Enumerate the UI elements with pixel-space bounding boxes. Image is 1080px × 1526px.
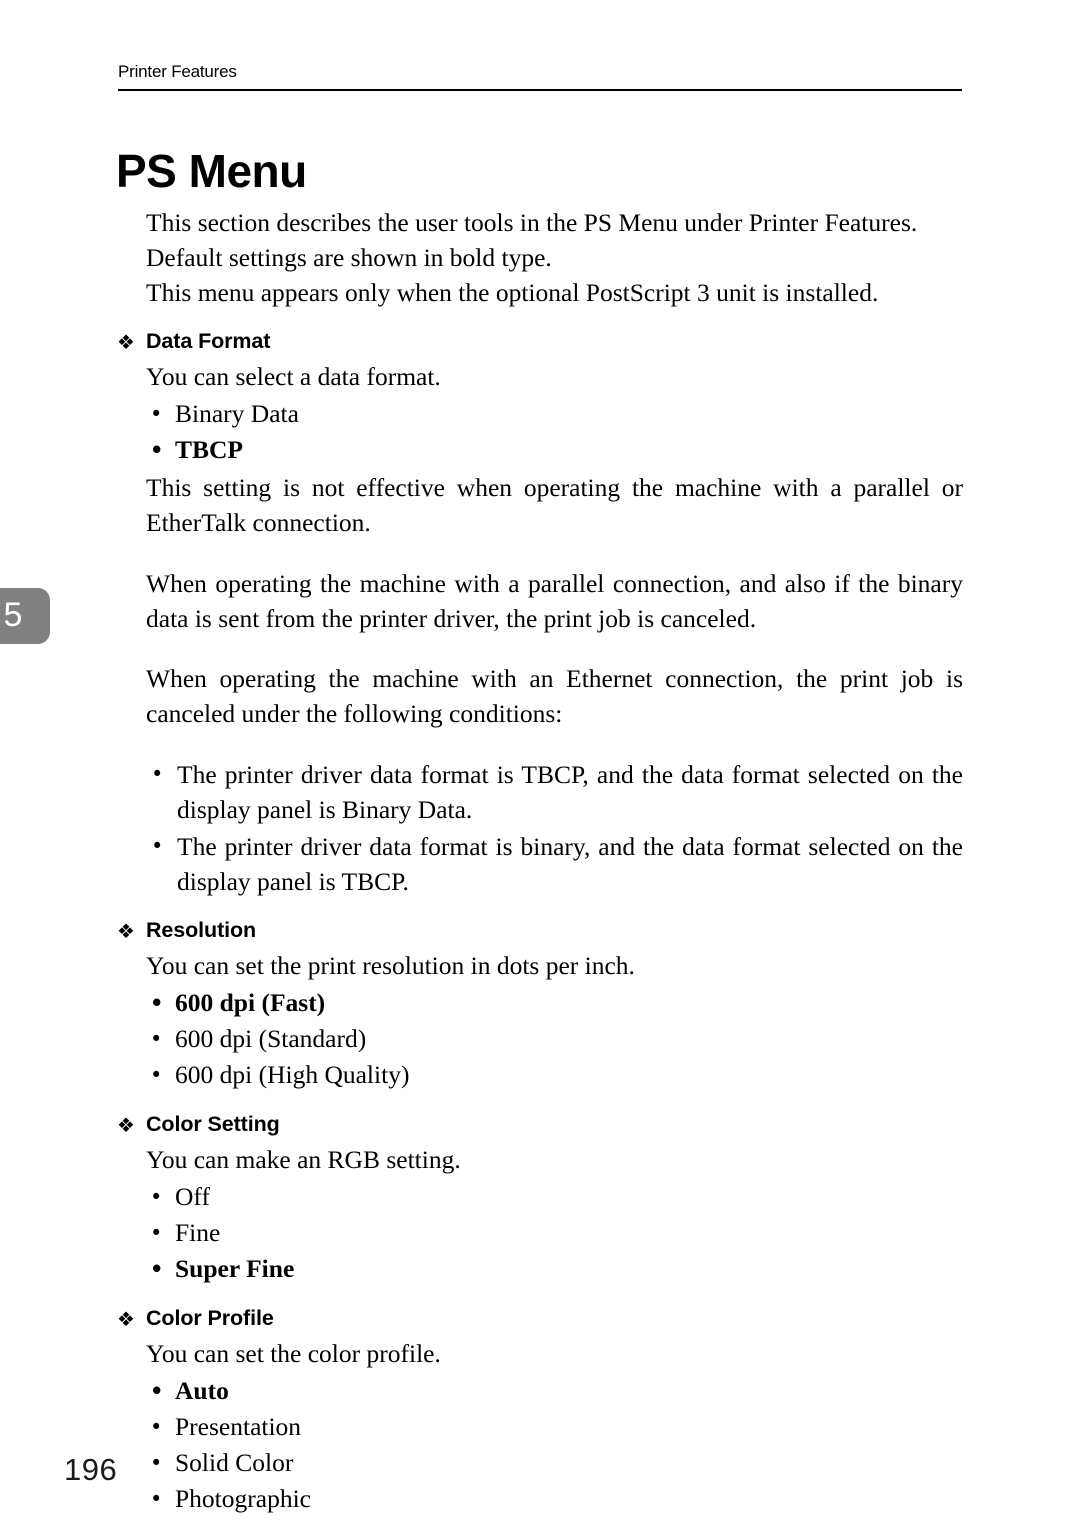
section-data-format: ❖ Data Format You can select a data form… <box>0 326 1080 899</box>
section-paragraph: When operating the machine with a parall… <box>146 568 963 633</box>
diamond-bullet-icon: ❖ <box>117 330 135 354</box>
section-heading-data-format: ❖ Data Format <box>0 326 1080 356</box>
list-item: • Super Fine <box>0 1251 1080 1287</box>
section-paragraph: When operating the machine with an Ether… <box>146 664 963 728</box>
bullet-dot-icon: • <box>150 1184 163 1209</box>
section-heading-resolution: ❖ Resolution <box>0 915 1080 945</box>
option-label: Fine <box>175 1217 221 1247</box>
diamond-bullet-icon: ❖ <box>117 1112 135 1137</box>
section-heading-color-profile: ❖ Color Profile <box>0 1303 1080 1333</box>
bullet-dot-icon: • <box>151 761 164 786</box>
diamond-bullet-icon: ❖ <box>117 1306 135 1331</box>
section-description: You can make an RGB setting. <box>146 1144 461 1174</box>
intro-line-2: Default settings are shown in bold type. <box>146 243 552 272</box>
page-title: PS Menu <box>116 144 307 197</box>
bullet-dot-icon: • <box>150 1220 163 1245</box>
list-item: • Fine <box>0 1215 1080 1251</box>
option-label: 600 dpi (Fast) <box>175 987 326 1017</box>
bullet-dot-icon: • <box>150 1026 163 1051</box>
list-item: • Auto <box>0 1373 1080 1409</box>
option-label: 600 dpi (Standard) <box>175 1023 367 1053</box>
list-item: • 600 dpi (Standard) <box>0 1021 1080 1057</box>
section-heading-label: Color Setting <box>146 1111 280 1136</box>
list-item: • User Setting <box>0 1517 1080 1526</box>
bullet-dot-icon: • <box>150 402 163 426</box>
bullet-dot-icon: • <box>150 1486 163 1511</box>
section-color-profile: ❖ Color Profile You can set the color pr… <box>0 1303 1080 1526</box>
section-heading-label: Color Profile <box>146 1305 274 1330</box>
option-list-color-setting: • Off • Fine • Super Fine <box>0 1179 1080 1287</box>
bullet-dot-icon: • <box>150 990 164 1015</box>
bullet-dot-icon: • <box>150 1450 163 1475</box>
diamond-bullet-icon: ❖ <box>117 918 135 943</box>
page-body: This section describes the user tools in… <box>0 205 1080 1526</box>
section-heading-label: Data Format <box>146 329 271 353</box>
list-item: • TBCP <box>0 432 1080 468</box>
section-description: You can set the color profile. <box>146 1338 441 1368</box>
option-list-color-profile: • Auto • Presentation • Solid Color • Ph… <box>0 1373 1080 1526</box>
header-rule <box>118 89 962 91</box>
option-label: Super Fine <box>175 1253 295 1283</box>
bullet-dot-icon: • <box>150 1378 164 1403</box>
section-description: You can set the print resolution in dots… <box>146 950 635 980</box>
list-item: • The printer driver data format is TBCP… <box>0 757 963 827</box>
option-label: Presentation <box>175 1411 302 1441</box>
running-header: Printer Features <box>118 62 962 82</box>
condition-text: The printer driver data format is binary… <box>177 831 963 896</box>
bullet-dot-icon: • <box>150 1062 163 1087</box>
list-item: • Off <box>0 1179 1080 1215</box>
section-paragraph: This setting is not effective when opera… <box>146 473 963 537</box>
bullet-dot-icon: • <box>151 833 164 858</box>
list-item: • 600 dpi (Fast) <box>0 985 1080 1021</box>
bullet-dot-icon: • <box>150 438 164 462</box>
bullet-dot-icon: • <box>150 1414 163 1439</box>
document-page: Printer Features 5 PS Menu This section … <box>0 0 1080 1526</box>
section-color-setting: ❖ Color Setting You can make an RGB sett… <box>0 1109 1080 1287</box>
option-label: TBCP <box>175 435 244 464</box>
option-label: Solid Color <box>175 1447 294 1477</box>
option-label: Off <box>175 1181 210 1211</box>
option-list-resolution: • 600 dpi (Fast) • 600 dpi (Standard) • … <box>0 985 1080 1093</box>
list-item: • Photographic <box>0 1481 1080 1517</box>
section-description: You can select a data format. <box>146 362 441 391</box>
section-heading-color-setting: ❖ Color Setting <box>0 1109 1080 1139</box>
option-label: Binary Data <box>175 399 299 428</box>
section-resolution: ❖ Resolution You can set the print resol… <box>0 915 1080 1093</box>
option-label: Auto <box>175 1375 229 1405</box>
page-number: 196 <box>64 1452 118 1487</box>
section-heading-label: Resolution <box>146 917 257 942</box>
option-label: Photographic <box>175 1483 311 1513</box>
intro-line-3: This menu appears only when the optional… <box>146 278 879 307</box>
option-list-data-format: • Binary Data • TBCP <box>0 396 1080 468</box>
list-item: • 600 dpi (High Quality) <box>0 1057 1080 1093</box>
option-label: 600 dpi (High Quality) <box>175 1059 410 1089</box>
option-label: User Setting <box>175 1520 302 1526</box>
bullet-dot-icon: • <box>150 1256 164 1281</box>
bullet-dot-icon: • <box>150 1517 162 1526</box>
list-item: • The printer driver data format is bina… <box>0 829 963 899</box>
condition-list: • The printer driver data format is TBCP… <box>0 757 1080 899</box>
condition-text: The printer driver data format is TBCP, … <box>177 759 963 824</box>
list-item: • Presentation <box>0 1409 1080 1445</box>
running-head-label: Printer Features <box>118 62 237 81</box>
list-item: • Solid Color <box>0 1445 1080 1481</box>
intro-line-1: This section describes the user tools in… <box>146 208 918 237</box>
list-item: • Binary Data <box>0 396 1080 432</box>
